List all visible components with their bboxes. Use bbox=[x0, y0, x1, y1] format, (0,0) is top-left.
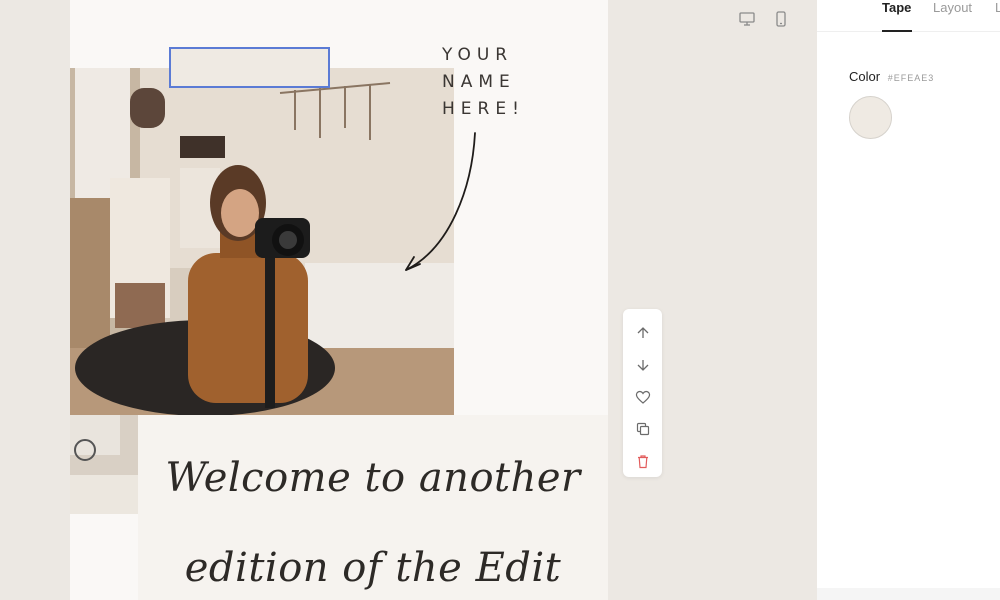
arrow-down-icon[interactable] bbox=[631, 353, 655, 377]
email-page: YOUR NAME HERE! Welcome to another editi… bbox=[70, 0, 608, 600]
welcome-script-line-1: Welcome to another bbox=[165, 455, 581, 501]
panel-footer bbox=[817, 588, 1000, 600]
photo-extension bbox=[70, 415, 138, 514]
hand-drawn-arrow bbox=[405, 132, 476, 271]
welcome-script-line-2: edition of the Edit bbox=[184, 545, 562, 591]
color-swatch[interactable] bbox=[849, 96, 892, 139]
desktop-icon[interactable] bbox=[738, 10, 756, 28]
color-hex-value: #EFEAE3 bbox=[887, 73, 935, 83]
color-label-text: Color bbox=[849, 69, 881, 84]
editor-canvas: YOUR NAME HERE! Welcome to another editi… bbox=[0, 0, 817, 600]
color-setting-label: Color #EFEAE3 bbox=[849, 69, 934, 84]
mobile-icon[interactable] bbox=[772, 10, 790, 28]
name-placeholder-text[interactable]: YOUR NAME HERE! bbox=[442, 42, 525, 123]
active-tab-indicator bbox=[882, 30, 912, 32]
tape-element[interactable] bbox=[169, 47, 330, 88]
welcome-text-block[interactable]: Welcome to another edition of the Edit bbox=[138, 415, 608, 600]
arrow-up-icon[interactable] bbox=[631, 321, 655, 345]
panel-tabs: Tape Layout L bbox=[817, 0, 1000, 32]
duplicate-icon[interactable] bbox=[631, 417, 655, 441]
tab-layout[interactable]: Layout bbox=[933, 0, 972, 15]
properties-panel: Tape Layout L Color #EFEAE3 bbox=[817, 0, 1000, 600]
tab-tape[interactable]: Tape bbox=[882, 0, 911, 15]
tab-overflow[interactable]: L bbox=[995, 0, 1000, 15]
trash-icon[interactable] bbox=[631, 449, 655, 473]
block-actions-toolbar bbox=[623, 309, 662, 477]
heart-icon[interactable] bbox=[631, 385, 655, 409]
device-preview-toggle bbox=[738, 10, 790, 28]
